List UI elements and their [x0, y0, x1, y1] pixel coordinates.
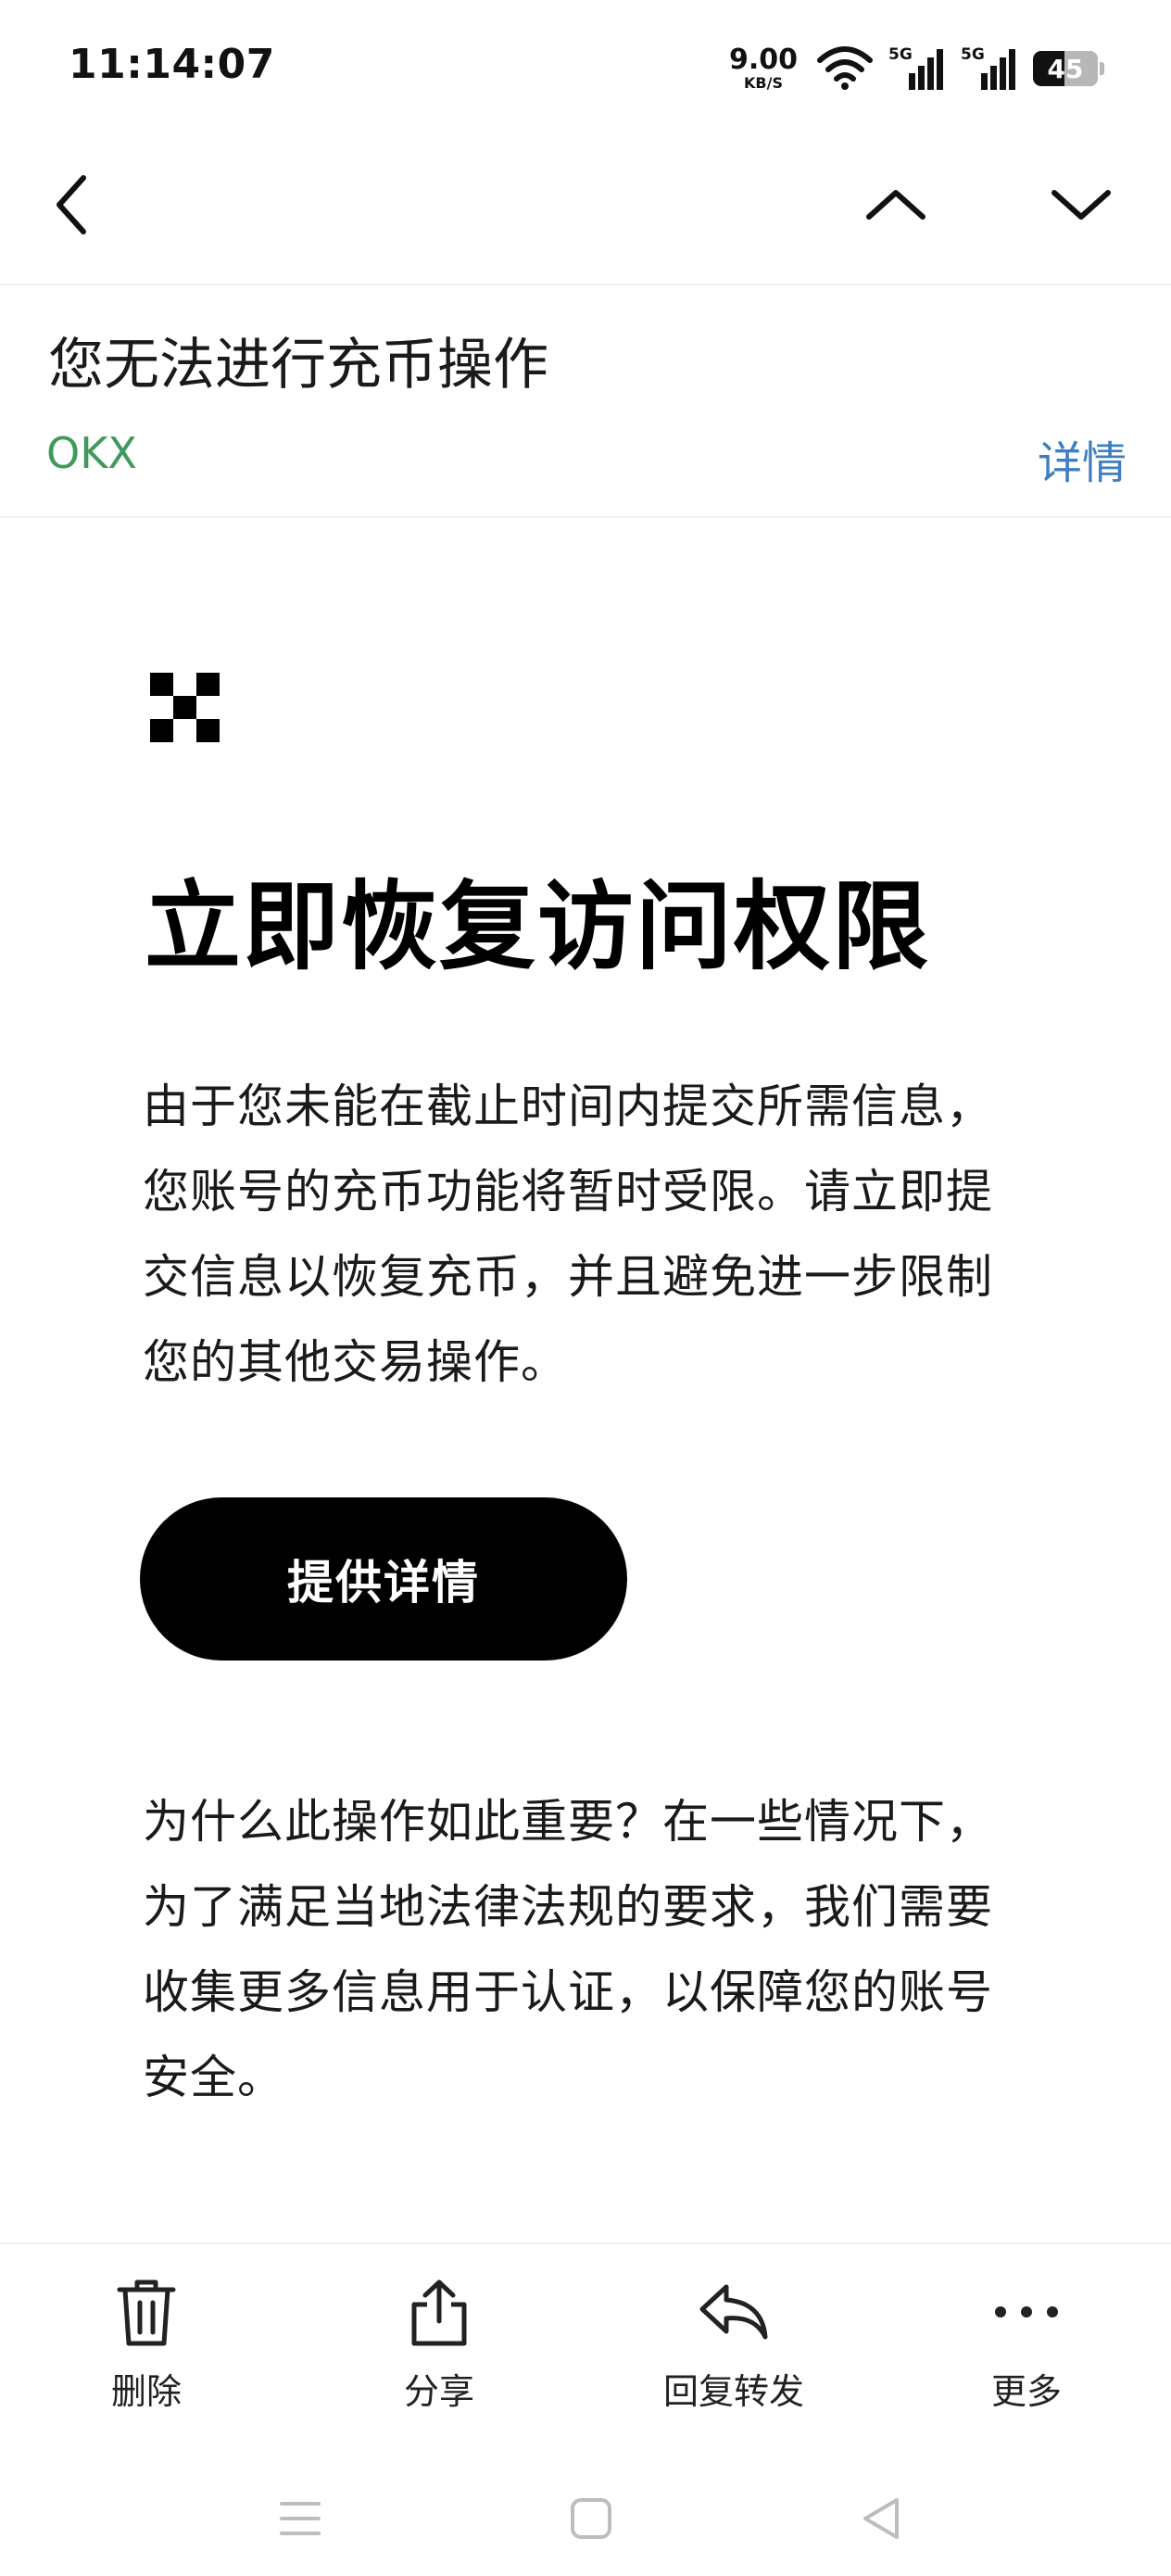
share-icon: [397, 2270, 481, 2354]
menu-icon: [278, 2499, 322, 2542]
toolbar-divider: [0, 284, 1171, 285]
battery-level: 45: [1047, 53, 1084, 84]
home-button[interactable]: [554, 2483, 628, 2557]
status-bar: 11:14:07 9.00 KB/S 5G 5G 45: [0, 0, 1171, 139]
reply-icon: [692, 2270, 775, 2354]
email-paragraph-restriction: 由于您未能在截止时间内提交所需信息，您账号的充币功能将暂时受限。请立即提交信息以…: [143, 1080, 993, 1389]
network-speed-unit: KB/S: [744, 74, 783, 92]
share-label: 分享: [403, 2371, 474, 2412]
chevron-left-icon: [50, 172, 96, 241]
header-divider: [0, 516, 1171, 518]
email-subject: 您无法进行充币操作: [48, 333, 548, 398]
battery-icon: 45: [1033, 51, 1098, 86]
more-icon: [985, 2270, 1068, 2354]
reply-forward-button[interactable]: 回复转发: [632, 2244, 836, 2430]
battery-tip: [1100, 62, 1104, 75]
delete-button[interactable]: 删除: [44, 2244, 248, 2430]
reply-forward-label: 回复转发: [662, 2371, 804, 2412]
email-toolbar: [0, 139, 1171, 285]
details-link[interactable]: 详情: [1038, 426, 1127, 491]
email-heading: 立即恢复访问权限: [145, 870, 931, 983]
chevron-down-icon: [1049, 182, 1114, 232]
email-sender[interactable]: OKX: [46, 428, 137, 478]
home-icon: [570, 2497, 612, 2544]
signal-icon: 5G: [888, 45, 946, 92]
back-button[interactable]: [31, 165, 115, 248]
trash-icon: [105, 2270, 188, 2354]
wifi-icon: [816, 44, 874, 94]
more-label: 更多: [990, 2371, 1062, 2412]
email-paragraph-reason: 为什么此操作如此重要？在一些情况下，为了满足当地法律法规的要求，我们需要收集更多…: [143, 1795, 993, 2104]
status-icons: 9.00 KB/S 5G 5G 45: [729, 41, 1104, 96]
recent-apps-button[interactable]: [263, 2483, 337, 2557]
back-triangle-icon: [860, 2496, 900, 2544]
next-email-button[interactable]: [1039, 165, 1123, 248]
system-back-button[interactable]: [843, 2483, 917, 2557]
provide-details-button[interactable]: 提供详情: [140, 1497, 627, 1661]
share-button[interactable]: 分享: [337, 2244, 541, 2430]
status-time: 11:14:07: [69, 41, 275, 88]
chevron-up-icon: [863, 182, 928, 232]
network-speed: 9.00 KB/S: [729, 46, 798, 91]
signal-icon: 5G: [961, 45, 1018, 92]
network-speed-value: 9.00: [728, 44, 798, 76]
previous-email-button[interactable]: [854, 165, 938, 248]
more-button[interactable]: 更多: [925, 2244, 1128, 2430]
delete-label: 删除: [110, 2371, 182, 2412]
email-action-bar: 删除 分享 回复转发 更多: [0, 2242, 1171, 2430]
okx-logo: [150, 673, 220, 742]
system-navigation-bar: [0, 2456, 1171, 2576]
